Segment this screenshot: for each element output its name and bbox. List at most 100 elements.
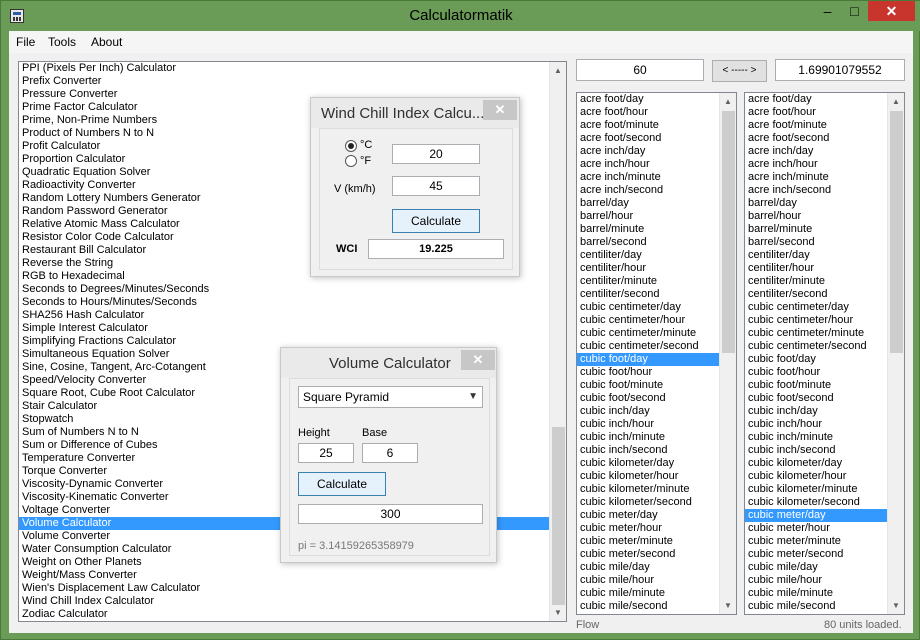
from-unit-item[interactable]: acre foot/minute <box>577 119 736 132</box>
to-unit-item[interactable]: cubic inch/day <box>745 405 904 418</box>
from-unit-item[interactable]: centiliter/day <box>577 249 736 262</box>
calculator-list-item[interactable]: Wind Chill Index Calculator <box>19 595 566 608</box>
to-unit-list[interactable]: acre foot/day acre foot/hour acre foot/min… <box>744 92 905 615</box>
from-unit-item[interactable]: acre inch/second <box>577 184 736 197</box>
to-unit-item[interactable]: centiliter/day <box>745 249 904 262</box>
from-unit-item[interactable]: cubic kilometer/minute <box>577 483 736 496</box>
from-unit-item[interactable]: barrel/minute <box>577 223 736 236</box>
from-unit-item[interactable]: acre inch/hour <box>577 158 736 171</box>
from-unit-item[interactable]: cubic kilometer/second <box>577 496 736 509</box>
to-unit-item[interactable]: cubic mile/hour <box>745 574 904 587</box>
to-unit-item[interactable]: barrel/hour <box>745 210 904 223</box>
menu-about[interactable]: About <box>91 35 122 49</box>
from-unit-item[interactable]: barrel/day <box>577 197 736 210</box>
calculator-list-item[interactable]: Weight/Mass Converter <box>19 569 566 582</box>
calculator-list-item[interactable]: Zodiac Calculator <box>19 608 566 621</box>
to-unit-item[interactable]: acre foot/second <box>745 132 904 145</box>
close-button[interactable]: ✕ <box>868 1 915 21</box>
to-unit-item[interactable]: cubic inch/minute <box>745 431 904 444</box>
from-unit-item[interactable]: cubic inch/second <box>577 444 736 457</box>
from-unit-item[interactable]: cubic inch/hour <box>577 418 736 431</box>
to-unit-item[interactable]: cubic kilometer/day <box>745 457 904 470</box>
from-unit-item[interactable]: cubic mile/minute <box>577 587 736 600</box>
from-unit-item[interactable]: cubic foot/day <box>577 353 736 366</box>
to-unit-item[interactable]: centiliter/hour <box>745 262 904 275</box>
to-unit-item[interactable]: barrel/second <box>745 236 904 249</box>
base-input[interactable]: 6 <box>362 443 418 463</box>
to-unit-item[interactable]: cubic meter/day <box>745 509 904 522</box>
height-input[interactable]: 25 <box>298 443 354 463</box>
from-unit-item[interactable]: acre inch/minute <box>577 171 736 184</box>
calculator-list-item[interactable]: Simple Interest Calculator <box>19 322 566 335</box>
from-unit-item[interactable]: cubic meter/second <box>577 548 736 561</box>
to-unit-item[interactable]: cubic centimeter/second <box>745 340 904 353</box>
to-unit-item[interactable]: cubic mile/second <box>745 600 904 613</box>
to-unit-item[interactable]: acre inch/second <box>745 184 904 197</box>
from-unit-item[interactable]: cubic mile/day <box>577 561 736 574</box>
scroll-up-arrow-icon[interactable]: ▲ <box>550 62 566 79</box>
to-unit-item[interactable]: acre inch/hour <box>745 158 904 171</box>
to-unit-item[interactable]: acre foot/hour <box>745 106 904 119</box>
minimize-button[interactable]: – <box>814 1 841 21</box>
to-unit-item[interactable]: centiliter/second <box>745 288 904 301</box>
from-unit-item[interactable]: cubic meter/hour <box>577 522 736 535</box>
from-unit-item[interactable]: acre inch/day <box>577 145 736 158</box>
calculator-list-item[interactable]: Seconds to Hours/Minutes/Seconds <box>19 296 566 309</box>
scroll-up-arrow-icon[interactable]: ▲ <box>888 93 904 110</box>
to-unit-item[interactable]: barrel/minute <box>745 223 904 236</box>
calculator-list-item[interactable]: SHA256 Hash Calculator <box>19 309 566 322</box>
from-unit-item[interactable]: acre foot/second <box>577 132 736 145</box>
calculator-list-item[interactable]: Wien's Displacement Law Calculator <box>19 582 566 595</box>
to-unit-item[interactable]: cubic inch/second <box>745 444 904 457</box>
calculator-list-scrollbar[interactable]: ▲ ▼ <box>549 62 566 621</box>
scroll-down-arrow-icon[interactable]: ▼ <box>550 604 566 621</box>
from-unit-scrollbar[interactable]: ▲ ▼ <box>719 93 736 614</box>
scroll-thumb[interactable] <box>552 427 565 605</box>
swap-button[interactable]: < ----- > <box>712 60 767 82</box>
to-unit-item[interactable]: cubic inch/hour <box>745 418 904 431</box>
to-unit-item[interactable]: cubic foot/second <box>745 392 904 405</box>
shape-select[interactable]: Square Pyramid ▼ <box>298 386 483 408</box>
from-unit-item[interactable]: cubic inch/minute <box>577 431 736 444</box>
from-unit-item[interactable]: cubic foot/hour <box>577 366 736 379</box>
to-unit-item[interactable]: barrel/day <box>745 197 904 210</box>
scroll-down-arrow-icon[interactable]: ▼ <box>720 597 736 614</box>
to-unit-item[interactable]: acre inch/minute <box>745 171 904 184</box>
fahrenheit-radio[interactable] <box>345 155 357 167</box>
to-unit-item[interactable]: acre inch/day <box>745 145 904 158</box>
to-unit-item[interactable]: acre foot/day <box>745 93 904 106</box>
to-unit-item[interactable]: cubic mile/day <box>745 561 904 574</box>
from-unit-item[interactable]: cubic foot/second <box>577 392 736 405</box>
from-unit-item[interactable]: centiliter/second <box>577 288 736 301</box>
to-unit-item[interactable]: cubic kilometer/hour <box>745 470 904 483</box>
from-unit-item[interactable]: cubic centimeter/day <box>577 301 736 314</box>
from-unit-item[interactable]: cubic mile/second <box>577 600 736 613</box>
calculator-list-item[interactable]: Seconds to Degrees/Minutes/Seconds <box>19 283 566 296</box>
from-unit-item[interactable]: cubic centimeter/hour <box>577 314 736 327</box>
to-unit-scrollbar[interactable]: ▲ ▼ <box>887 93 904 614</box>
converter-right-input[interactable]: 1.69901079552 <box>775 59 905 81</box>
from-unit-item[interactable]: cubic meter/minute <box>577 535 736 548</box>
scroll-thumb[interactable] <box>890 111 903 353</box>
from-unit-item[interactable]: cubic inch/day <box>577 405 736 418</box>
to-unit-item[interactable]: cubic foot/hour <box>745 366 904 379</box>
to-unit-item[interactable]: cubic centimeter/minute <box>745 327 904 340</box>
from-unit-item[interactable]: centiliter/hour <box>577 262 736 275</box>
from-unit-item[interactable]: cubic centimeter/second <box>577 340 736 353</box>
to-unit-item[interactable]: cubic centimeter/day <box>745 301 904 314</box>
to-unit-item[interactable]: cubic mile/minute <box>745 587 904 600</box>
calculator-list-item[interactable]: Prefix Converter <box>19 75 566 88</box>
to-unit-item[interactable]: cubic centimeter/hour <box>745 314 904 327</box>
from-unit-list[interactable]: acre foot/day acre foot/hour acre foot/min… <box>576 92 737 615</box>
from-unit-item[interactable]: cubic foot/minute <box>577 379 736 392</box>
to-unit-item[interactable]: centiliter/minute <box>745 275 904 288</box>
maximize-button[interactable]: □ <box>841 1 868 21</box>
scroll-thumb[interactable] <box>722 111 735 353</box>
from-unit-item[interactable]: cubic mile/hour <box>577 574 736 587</box>
from-unit-item[interactable]: cubic kilometer/hour <box>577 470 736 483</box>
to-unit-item[interactable]: cubic meter/second <box>745 548 904 561</box>
from-unit-item[interactable]: barrel/hour <box>577 210 736 223</box>
from-unit-item[interactable]: acre foot/day <box>577 93 736 106</box>
from-unit-item[interactable]: acre foot/hour <box>577 106 736 119</box>
from-unit-item[interactable]: centiliter/minute <box>577 275 736 288</box>
